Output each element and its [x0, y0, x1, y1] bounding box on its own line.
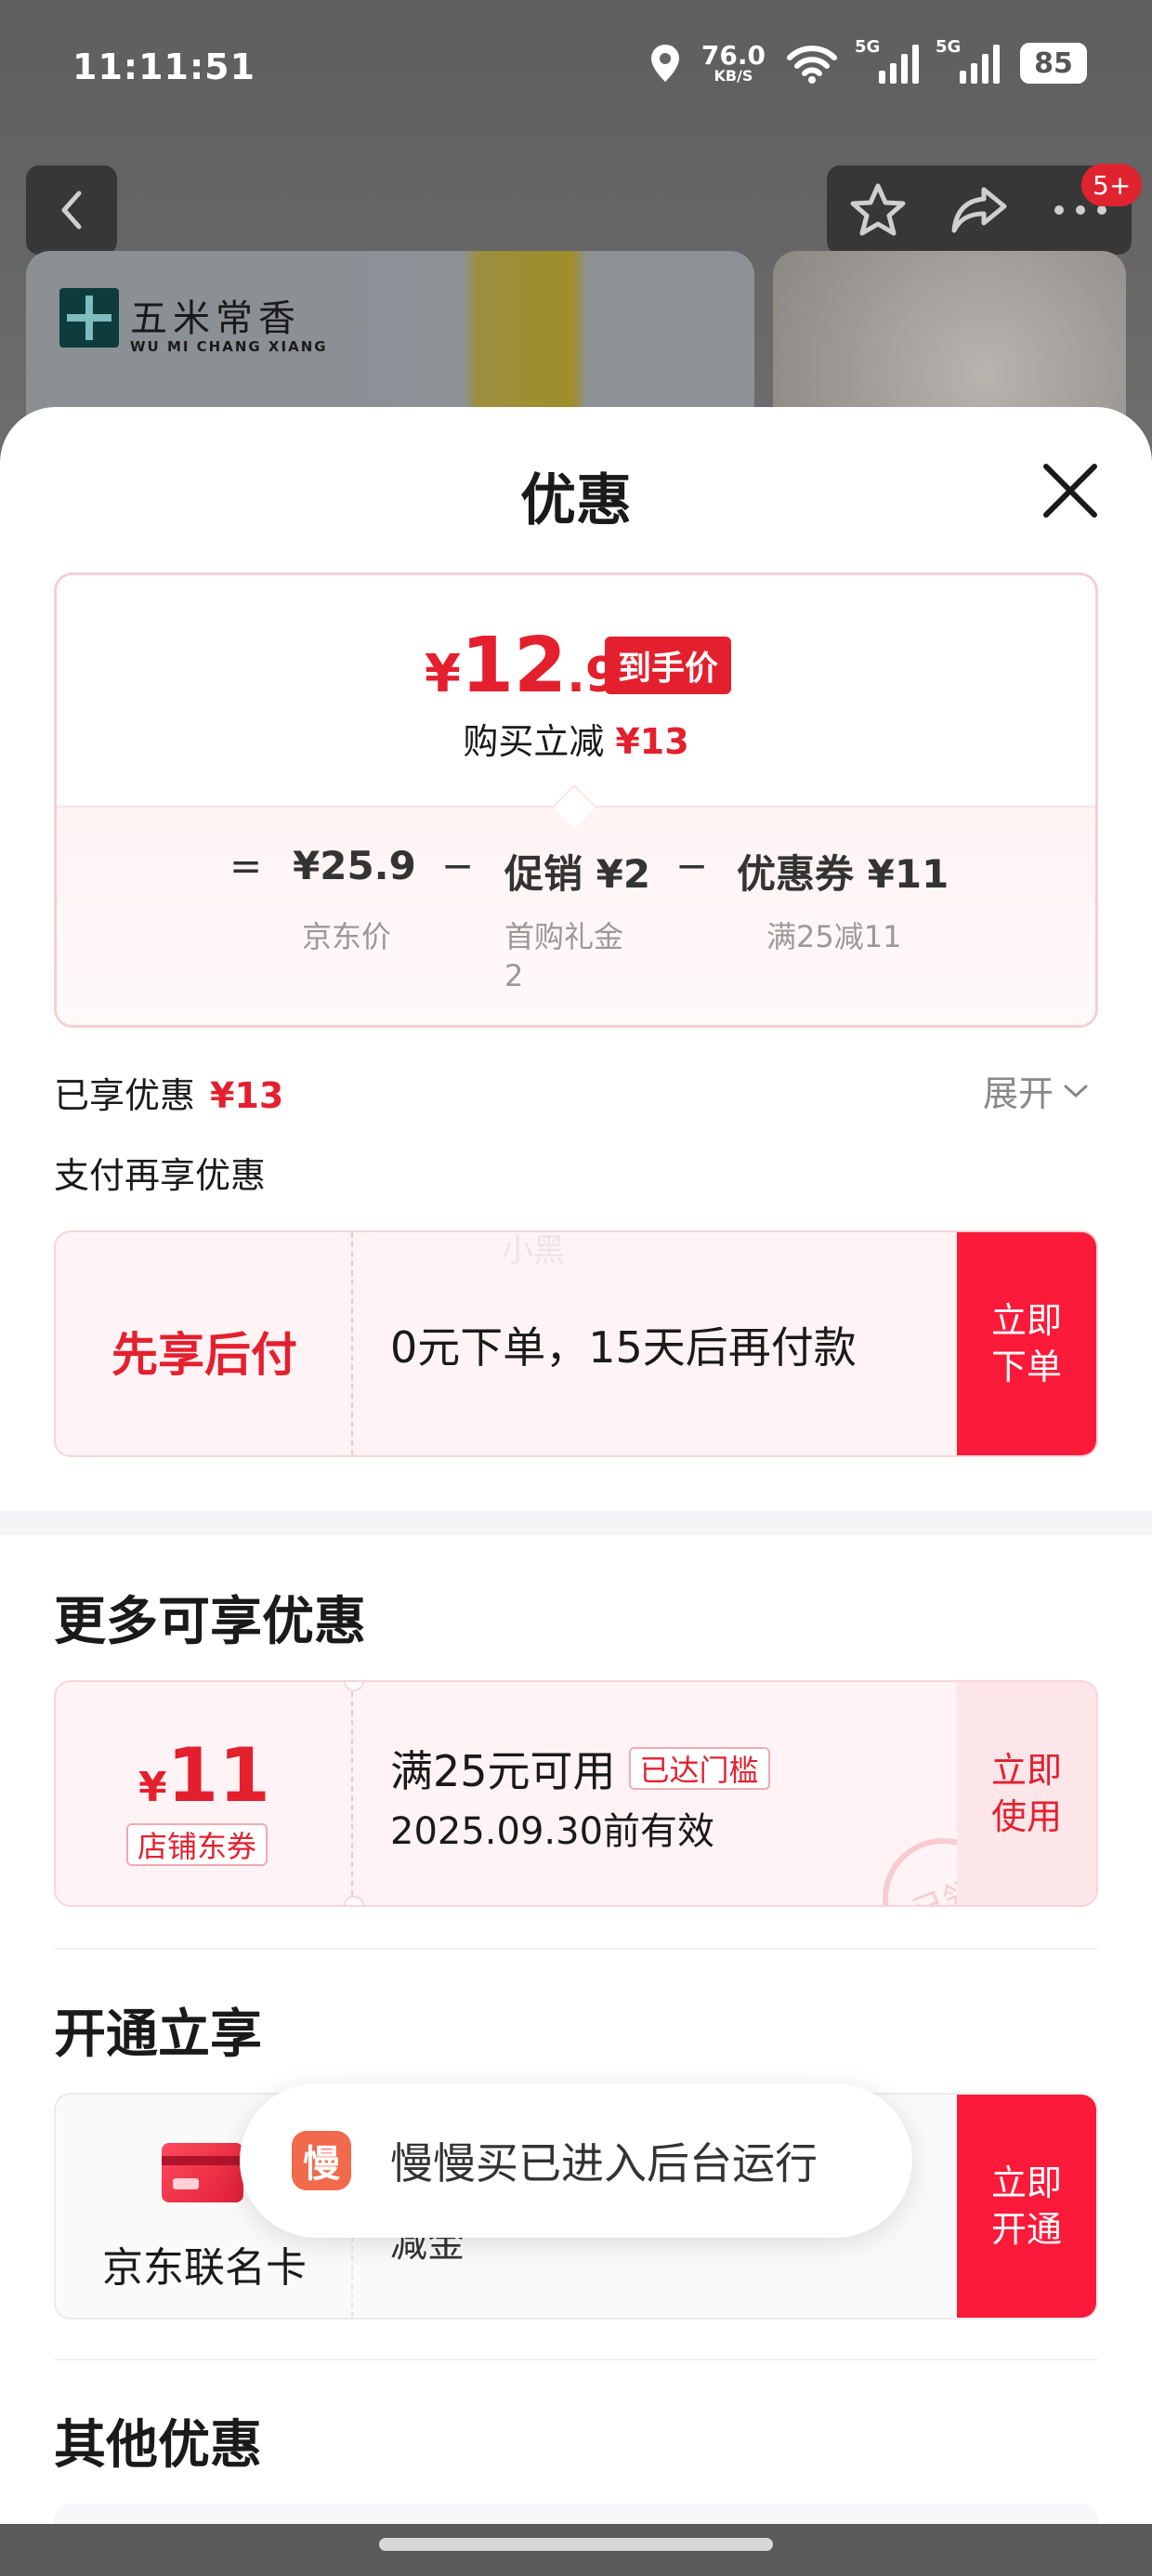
credit-card-icon [162, 2143, 243, 2202]
enjoyed-discount: 已享优惠 ¥13 [54, 1067, 283, 1118]
chevron-down-icon [1064, 1084, 1088, 1097]
pay-more-heading: 支付再享优惠 [54, 1155, 267, 1196]
cobrand-card-name: 京东联名卡 [102, 2244, 307, 2292]
signal-5g-icon-2: 5G [936, 37, 1000, 84]
sim2-label: 5G [936, 37, 962, 57]
back-button[interactable] [26, 165, 117, 255]
open-enjoy-title: 开通立享 [54, 2004, 262, 2065]
final-price-integer: 12 [460, 622, 568, 710]
promo-value: 促销 ¥2 [504, 851, 651, 897]
shop-coupon-type-tag: 店铺东券 [126, 1823, 268, 1866]
location-icon [650, 45, 679, 82]
bnpl-mid: 0元下单，15天后再付款 [353, 1232, 957, 1455]
threshold-reached-tag: 已达门槛 [628, 1747, 770, 1790]
app-logo-icon: 慢 [292, 2131, 351, 2190]
promo-label: 首购礼金 2 [504, 917, 623, 995]
share-icon[interactable] [950, 184, 1008, 236]
shop-coupon-condition: 满25元可用 [390, 1746, 616, 1796]
signal-5g-icon-1: 5G [855, 37, 919, 84]
sheet-title: 优惠 [520, 468, 632, 533]
watermark-text: 小黑 [502, 1232, 565, 1269]
wifi-icon [787, 46, 837, 84]
shop-coupon-value: 11 [166, 1732, 270, 1819]
instant-discount-label: 购买立减 [463, 721, 605, 762]
bnpl-description: 0元下单，15天后再付款 [390, 1322, 857, 1373]
enjoyed-amount: ¥13 [210, 1075, 284, 1116]
jd-price-value: ¥25.9 [293, 843, 416, 888]
divider-line-2 [54, 2359, 1098, 2360]
coupon-label: 满25减11 [766, 919, 902, 954]
use-now-button[interactable]: 立即 使用 [957, 1682, 1096, 1905]
network-speed: 76.0 KB/S [701, 43, 766, 84]
close-icon[interactable] [1039, 459, 1102, 522]
price-summary-top: ¥ 12 .9 到手价 购买立减 ¥13 [57, 575, 1095, 806]
status-bar: 11:11:51 76.0 KB/S 5G 5G 85 [0, 0, 1152, 139]
brand-logo-icon [59, 288, 119, 348]
background-toast: 慢 慢慢买已进入后台运行 [240, 2083, 912, 2238]
promo-label-line2: 2 [504, 958, 524, 993]
minus-sign-1: − [441, 843, 475, 888]
divider-line [54, 1948, 1098, 1950]
status-icons: 76.0 KB/S 5G 5G 85 [649, 37, 1087, 84]
home-indicator[interactable] [379, 2538, 773, 2551]
instant-discount-line: 购买立减 ¥13 [57, 713, 1095, 764]
coupon-value: 优惠券 ¥11 [737, 851, 949, 897]
product-page-backdrop: 11:11:51 76.0 KB/S 5G 5G 85 5+ 五米常香 WU M… [0, 0, 1152, 455]
promo-label-line1: 首购礼金 [504, 919, 624, 954]
status-time: 11:11:51 [72, 46, 256, 87]
shop-coupon-currency: ¥ [138, 1764, 167, 1811]
final-price: ¥ 12 .9 [425, 622, 619, 710]
use-now-line1: 立即 [990, 1750, 1062, 1791]
sim1-label: 5G [855, 37, 881, 57]
network-speed-value: 76.0 [700, 40, 766, 71]
section-divider [0, 1511, 1152, 1535]
open-now-line1: 立即 [990, 2162, 1062, 2203]
jd-price-label: 京东价 [302, 919, 392, 954]
enjoyed-label: 已享优惠 [54, 1075, 196, 1116]
instant-discount-amount: ¥13 [615, 721, 689, 762]
final-price-tag: 到手价 [605, 637, 732, 694]
open-now-button[interactable]: 立即 开通 [957, 2095, 1096, 2318]
price-breakdown: = ¥25.9 − 促销 ¥2 − 优惠券 ¥11 京东价 首购礼金 2 满25… [57, 806, 1095, 1025]
shop-coupon-condition-row: 满25元可用 已达门槛 [390, 1738, 770, 1799]
equals-sign: = [229, 843, 263, 888]
other-offers-title: 其他优惠 [54, 2415, 262, 2476]
open-now-line2: 开通 [990, 2209, 1062, 2250]
more-offers-title: 更多可享优惠 [54, 1592, 366, 1652]
shop-coupon-mid: 满25元可用 已达门槛 2025.09.30前有效 已领 [353, 1682, 1022, 1905]
use-now-line2: 使用 [990, 1796, 1062, 1837]
shop-coupon-left: ¥11 店铺东券 [56, 1682, 353, 1905]
shop-coupon-card[interactable]: ¥11 店铺东券 满25元可用 已达门槛 2025.09.30前有效 已领 立即… [54, 1680, 1098, 1907]
final-price-currency: ¥ [425, 644, 461, 704]
battery-icon: 85 [1020, 43, 1087, 84]
brand-name-en: WU MI CHANG XIANG [130, 338, 328, 355]
minus-sign-2: − [675, 843, 709, 888]
chevron-left-icon [61, 191, 82, 230]
expand-label: 展开 [983, 1073, 1054, 1114]
expand-button[interactable]: 展开 [983, 1065, 1089, 1116]
bnpl-title: 先享后付 [111, 1328, 297, 1382]
order-now-line2: 下单 [990, 1347, 1062, 1387]
order-now-line1: 立即 [990, 1300, 1062, 1341]
toast-message: 慢慢买已进入后台运行 [390, 2138, 818, 2188]
network-speed-unit: KB/S [713, 67, 753, 85]
shop-coupon-amount: ¥11 [56, 1732, 353, 1819]
shop-coupon-expiry: 2025.09.30前有效 [390, 1810, 715, 1853]
message-count-badge: 5+ [1081, 164, 1143, 206]
order-now-button[interactable]: 立即 下单 [957, 1232, 1096, 1455]
bnpl-offer-card[interactable]: 先享后付 0元下单，15天后再付款 立即下单 [54, 1230, 1098, 1457]
price-summary-card: ¥ 12 .9 到手价 购买立减 ¥13 = ¥25.9 − 促销 ¥2 − 优惠… [54, 572, 1098, 1028]
star-icon[interactable] [849, 182, 907, 238]
brand-name-cn: 五米常香 [130, 297, 301, 340]
bnpl-left: 先享后付 [56, 1232, 353, 1455]
